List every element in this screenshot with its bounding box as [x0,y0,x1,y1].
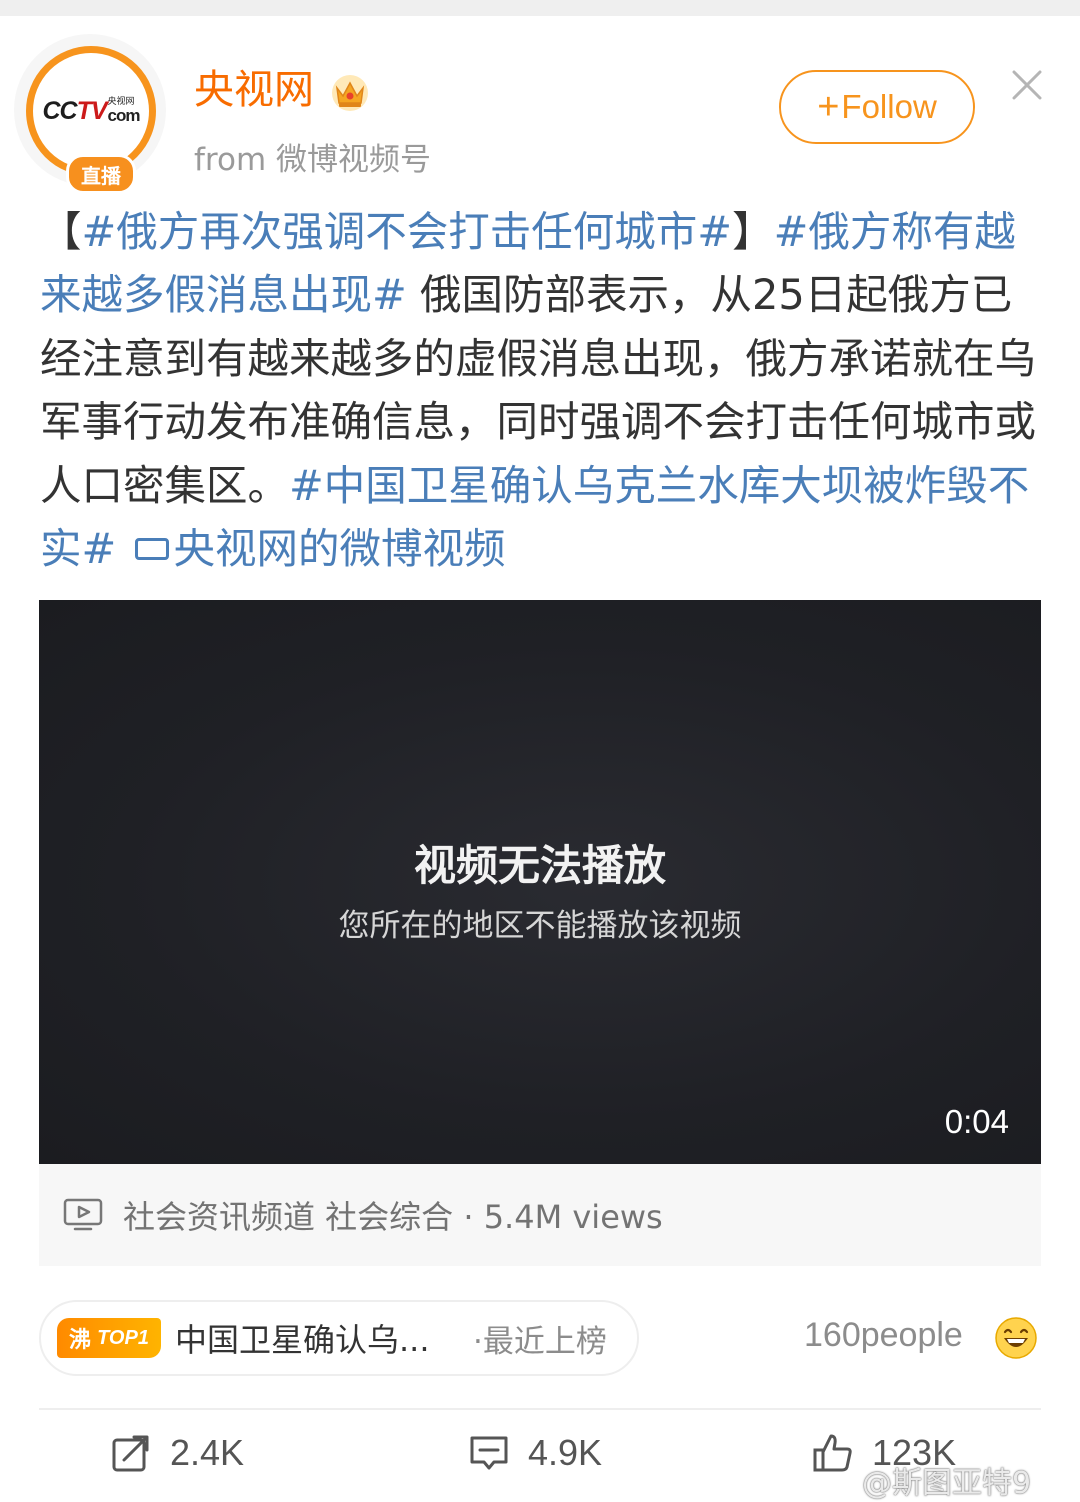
follow-label: Follow [841,88,937,125]
video-player[interactable]: 视频无法播放 您所在的地区不能播放该视频 0:04 [39,600,1041,1164]
top-strip [0,0,1080,16]
crown-icon [332,75,368,111]
live-badge: 直播 [66,154,136,194]
bracket-close: 】 [732,207,774,256]
logo-main-text: CCTV [42,96,107,125]
post-text: 【#俄方再次强调不会打击任何城市#】#俄方称有越来越多假消息出现# 俄国防部表示… [40,200,1042,580]
hot-topic-suffix: ·最近上榜 [473,1323,607,1360]
comment-count: 4.9K [528,1432,603,1473]
hot-topic-title: 中国卫星确认乌... [175,1321,430,1359]
repost-button[interactable]: 2.4K [110,1432,244,1474]
video-error-subtitle: 您所在的地区不能播放该视频 [338,908,742,944]
watermark: @斯图亚特9 [862,1466,1032,1501]
thumbs-up-icon [813,1434,852,1472]
hot-topic-pill[interactable]: 沸 TOP1 中国卫星确认乌... ·最近上榜 [39,1300,639,1376]
repost-count: 2.4K [170,1432,245,1473]
username[interactable]: 央视网 [194,70,314,110]
video-meta-bar[interactable]: 社会资讯频道 社会综合 · 5.4M views [39,1164,1041,1266]
hot-badge-char: 沸 [69,1327,92,1352]
reaction-people-count: 160people [804,1316,963,1354]
video-duration: 0:04 [944,1103,1009,1140]
hot-badge-rank: TOP1 [97,1326,149,1349]
video-meta-text: 社会资讯频道 社会综合 · 5.4M views [123,1198,663,1236]
repost-icon [112,1435,149,1472]
logo-com-text: com [107,106,141,125]
laughing-emoji-icon[interactable] [994,1316,1038,1360]
video-camera-icon [135,538,170,561]
video-link[interactable]: 央视网的微博视频 [129,524,506,574]
video-link-label: 央视网的微博视频 [173,524,506,574]
plus-icon: + [817,85,840,128]
hashtag-link[interactable]: #俄方再次强调不会打击任何城市# [82,207,733,256]
post-source[interactable]: from 微博视频号 [194,134,431,179]
tv-icon [63,1198,103,1231]
divider [39,1408,1041,1410]
video-error-title: 视频无法播放 [413,841,666,890]
avatar[interactable]: CCTV 央视网 com 直播 [14,34,166,194]
hot-rank-badge: 沸 TOP1 [57,1318,161,1358]
close-icon[interactable] [1008,66,1046,104]
bracket-open: 【 [40,207,82,256]
comment-button[interactable]: 4.9K [468,1432,602,1474]
follow-button[interactable]: + Follow [779,70,975,144]
logo-text: CCTV [42,96,107,126]
comment-icon [470,1436,508,1470]
